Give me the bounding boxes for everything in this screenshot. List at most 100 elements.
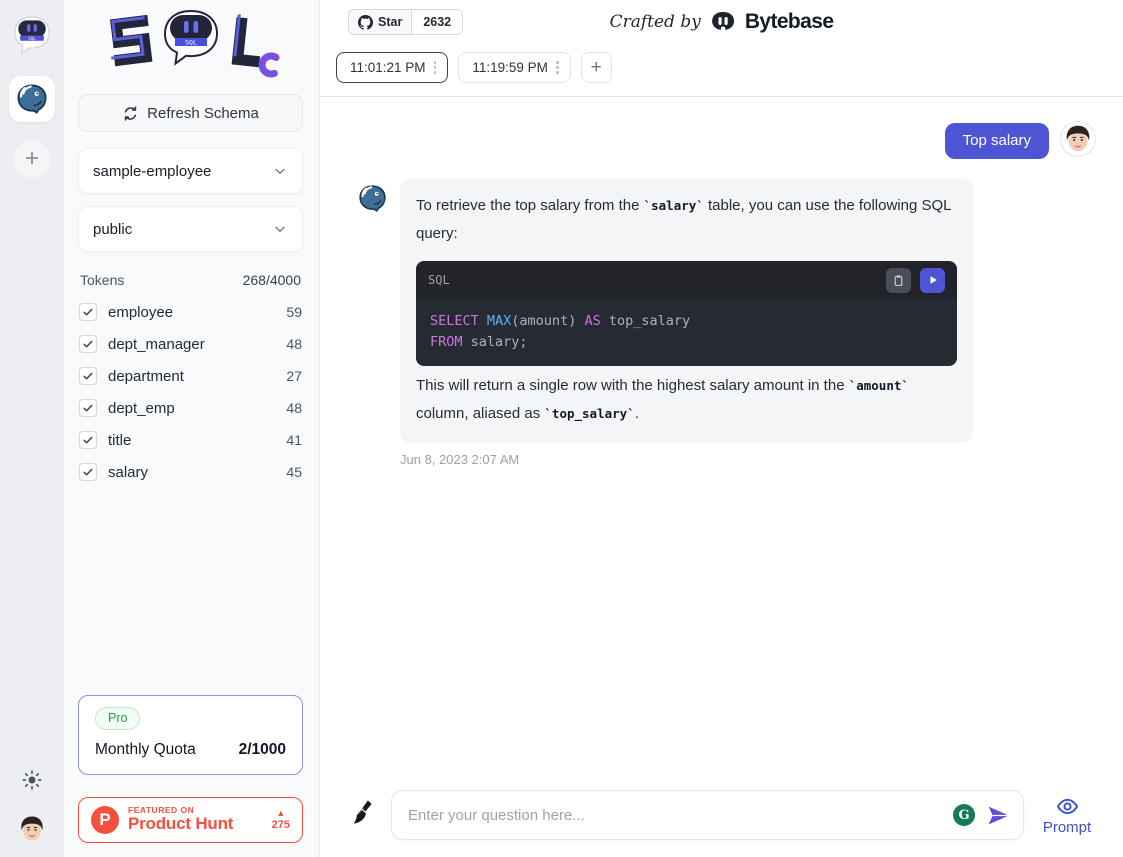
plus-icon: + <box>591 58 602 77</box>
text-segment: To retrieve the top salary from the <box>416 197 644 214</box>
conversation-tab-bar: 11:01:21 PM 11:19:59 PM + <box>320 44 1123 97</box>
run-query-button[interactable] <box>920 268 945 293</box>
sqlchat-bot-avatar[interactable]: SQL <box>13 16 51 56</box>
sidebar-spacer <box>78 488 303 695</box>
composer: G Prompt <box>320 790 1123 857</box>
schema-sidebar: SQL Refresh Schema sample-employee publi… <box>64 0 320 857</box>
check-icon <box>82 370 94 382</box>
quota-card[interactable]: Pro Monthly Quota 2/1000 <box>78 695 303 775</box>
question-input-box: G <box>391 790 1024 840</box>
copy-code-button[interactable] <box>886 268 911 293</box>
user-avatar-icon <box>1061 122 1095 156</box>
github-star-button[interactable]: Star 2632 <box>348 9 463 35</box>
table-name: dept_emp <box>108 400 275 417</box>
table-checkbox[interactable] <box>79 463 97 481</box>
clear-conversation-button[interactable] <box>350 798 377 833</box>
eye-icon <box>1056 795 1079 818</box>
table-row: salary45 <box>78 456 303 488</box>
check-icon <box>82 402 94 414</box>
table-row: dept_emp48 <box>78 392 303 424</box>
tab-label: 11:19:59 PM <box>472 60 548 75</box>
crafted-by-label: Crafted by <box>610 12 701 32</box>
connection-select[interactable]: sample-employee <box>78 148 303 194</box>
upvote-count: 275 <box>272 820 290 831</box>
product-hunt-votes: ▲ 275 <box>272 809 292 831</box>
sql-token: top_salary <box>601 313 690 329</box>
conversation-tab-2[interactable]: 11:19:59 PM <box>458 52 570 83</box>
product-hunt-logo: P <box>91 806 119 834</box>
inline-code: `amount` <box>849 378 909 393</box>
connection-select-value: sample-employee <box>93 163 211 180</box>
conversation-tab-1[interactable]: 11:01:21 PM <box>336 52 448 83</box>
schema-select-value: public <box>93 221 132 238</box>
assistant-paragraph: To retrieve the top salary from the `sal… <box>416 192 957 248</box>
table-list: employee59dept_manager48department27dept… <box>78 296 303 488</box>
github-icon <box>358 15 373 30</box>
sqlchat-app: SQL + <box>0 0 1123 857</box>
assistant-message-row: To retrieve the top salary from the `sal… <box>348 179 1096 443</box>
table-checkbox[interactable] <box>79 431 97 449</box>
message-timestamp: Jun 8, 2023 2:07 AM <box>400 452 1096 467</box>
table-checkbox[interactable] <box>79 335 97 353</box>
plus-icon: + <box>25 147 39 171</box>
play-icon <box>927 274 939 286</box>
pro-plan-badge: Pro <box>95 707 140 730</box>
new-conversation-button[interactable]: + <box>581 52 612 83</box>
send-button[interactable] <box>986 803 1011 828</box>
table-token-count: 27 <box>286 368 302 384</box>
table-checkbox[interactable] <box>79 399 97 417</box>
prompt-button[interactable]: Prompt <box>1038 795 1096 836</box>
theme-toggle-button[interactable] <box>22 770 42 795</box>
user-avatar-icon <box>16 813 48 845</box>
text-segment: This will return a single row with the h… <box>416 377 849 394</box>
top-header: Star 2632 Crafted by Bytebase <box>320 0 1123 44</box>
quota-label: Monthly Quota <box>95 741 196 759</box>
bytebase-wordmark: Bytebase <box>745 10 834 34</box>
crafted-by[interactable]: Crafted by Bytebase <box>610 9 834 35</box>
sqlchat-bot-icon: SQL <box>13 16 51 56</box>
schema-select[interactable]: public <box>78 206 303 252</box>
sqlchat-logo: SQL <box>78 4 303 90</box>
sql-code: SELECT MAX(amount) AS top_salary FROM sa… <box>430 311 943 353</box>
bytebase-logo-icon <box>710 9 736 35</box>
upvote-icon: ▲ <box>272 809 290 818</box>
table-token-count: 45 <box>286 464 302 480</box>
user-message-avatar <box>1060 121 1096 157</box>
table-name: employee <box>108 304 275 321</box>
check-icon <box>82 306 94 318</box>
connection-postgresql[interactable] <box>9 76 55 122</box>
table-name: dept_manager <box>108 336 275 353</box>
prompt-label: Prompt <box>1043 819 1091 836</box>
tab-menu-icon[interactable] <box>552 61 563 74</box>
table-checkbox[interactable] <box>79 303 97 321</box>
tab-menu-icon[interactable] <box>430 61 441 74</box>
refresh-schema-button[interactable]: Refresh Schema <box>78 94 303 132</box>
sql-token: salary; <box>463 334 528 350</box>
table-checkbox[interactable] <box>79 367 97 385</box>
text-segment: column, aliased as <box>416 405 544 422</box>
user-message-bubble: Top salary <box>945 123 1049 159</box>
table-token-count: 48 <box>286 336 302 352</box>
sql-token: (amount) <box>511 313 584 329</box>
assistant-message-bubble: To retrieve the top salary from the `sal… <box>400 179 973 443</box>
refresh-icon <box>122 105 139 122</box>
inline-code: `salary` <box>644 198 704 213</box>
sun-icon <box>22 770 42 790</box>
account-avatar[interactable] <box>16 813 48 845</box>
add-connection-button[interactable]: + <box>13 140 51 178</box>
code-language-label: SQL <box>428 266 877 294</box>
table-row: department27 <box>78 360 303 392</box>
inline-code: `top_salary` <box>544 406 634 421</box>
question-input[interactable] <box>408 807 942 824</box>
conversation-rail: SQL + <box>0 0 64 857</box>
product-hunt-badge[interactable]: P FEATURED ON Product Hunt ▲ 275 <box>78 797 303 843</box>
quota-value: 2/1000 <box>239 741 286 759</box>
product-hunt-name: Product Hunt <box>128 815 263 834</box>
user-message-row: Top salary <box>348 121 1096 159</box>
table-row: dept_manager 48 <box>78 328 303 360</box>
grammarly-icon[interactable]: G <box>953 804 975 826</box>
clipboard-icon <box>892 274 905 287</box>
sqlchat-logo-art: SQL <box>93 7 289 87</box>
check-icon <box>82 338 94 350</box>
assistant-paragraph: This will return a single row with the h… <box>416 372 957 428</box>
